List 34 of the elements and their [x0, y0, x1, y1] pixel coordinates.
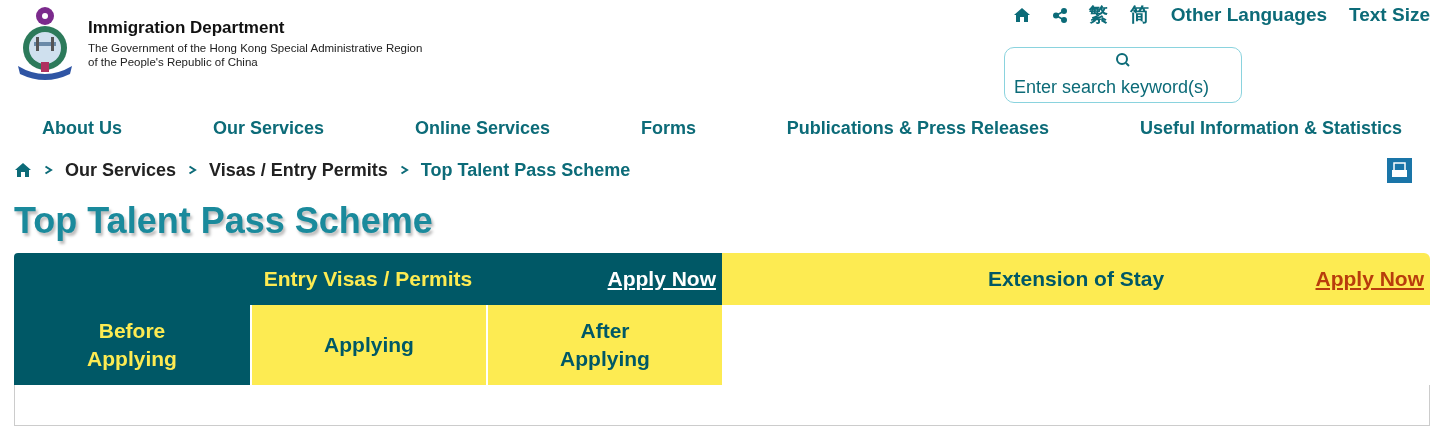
nav-link[interactable]: Publications & Press Releases	[786, 118, 1049, 150]
org-name: Immigration Department	[88, 18, 286, 38]
utility-link[interactable]: 繁	[1088, 2, 1108, 28]
breadcrumb-link[interactable]: Our Services	[65, 159, 177, 181]
nav-link[interactable]: Our Services	[212, 118, 324, 150]
org-subtitle: of the People's Republic of China	[88, 55, 259, 69]
apply-link[interactable]: Apply Now	[607, 267, 716, 291]
chevron-icon	[188, 165, 198, 175]
print-icon[interactable]	[1387, 157, 1412, 183]
chevron-icon	[44, 165, 53, 175]
chevron-icon	[399, 165, 409, 175]
utility-link[interactable]: Other Languages	[1170, 4, 1328, 26]
home-icon[interactable]	[14, 162, 32, 178]
utility-link[interactable]: 简	[1129, 2, 1149, 28]
tab-label: Entry Visas / Permits	[263, 267, 473, 291]
apply-link[interactable]: Apply Now	[1315, 267, 1424, 291]
nav-link[interactable]: Online Services	[414, 118, 550, 150]
nav-link[interactable]: Useful Information & Statistics	[1139, 118, 1402, 150]
home-icon[interactable]	[1012, 7, 1031, 23]
category-tab[interactable]: Entry Visas / Permits Apply Now	[14, 253, 722, 305]
page-title: Top Talent Pass Scheme	[14, 199, 434, 243]
org-subtitle: The Government of the Hong Kong Special Administrative Region	[88, 41, 423, 55]
breadcrumb-link[interactable]: Visas / Entry Permits	[209, 159, 388, 181]
nav-link[interactable]: Forms	[640, 118, 696, 150]
search-icon[interactable]	[1115, 52, 1131, 68]
utility-link[interactable]: Text Size	[1349, 4, 1430, 26]
nav-link[interactable]: About Us	[42, 118, 122, 150]
search-field[interactable]: Enter search keyword(s)	[1004, 47, 1242, 103]
category-tab[interactable]: Extension of Stay Apply Now	[722, 253, 1430, 305]
breadcrumb-link[interactable]: Top Talent Pass Scheme	[420, 159, 631, 181]
step-tab[interactable]: Applying	[250, 305, 486, 385]
step-tab[interactable]: After Applying	[486, 305, 722, 385]
tab-label: Extension of Stay	[987, 267, 1165, 291]
share-icon[interactable]	[1052, 7, 1067, 23]
